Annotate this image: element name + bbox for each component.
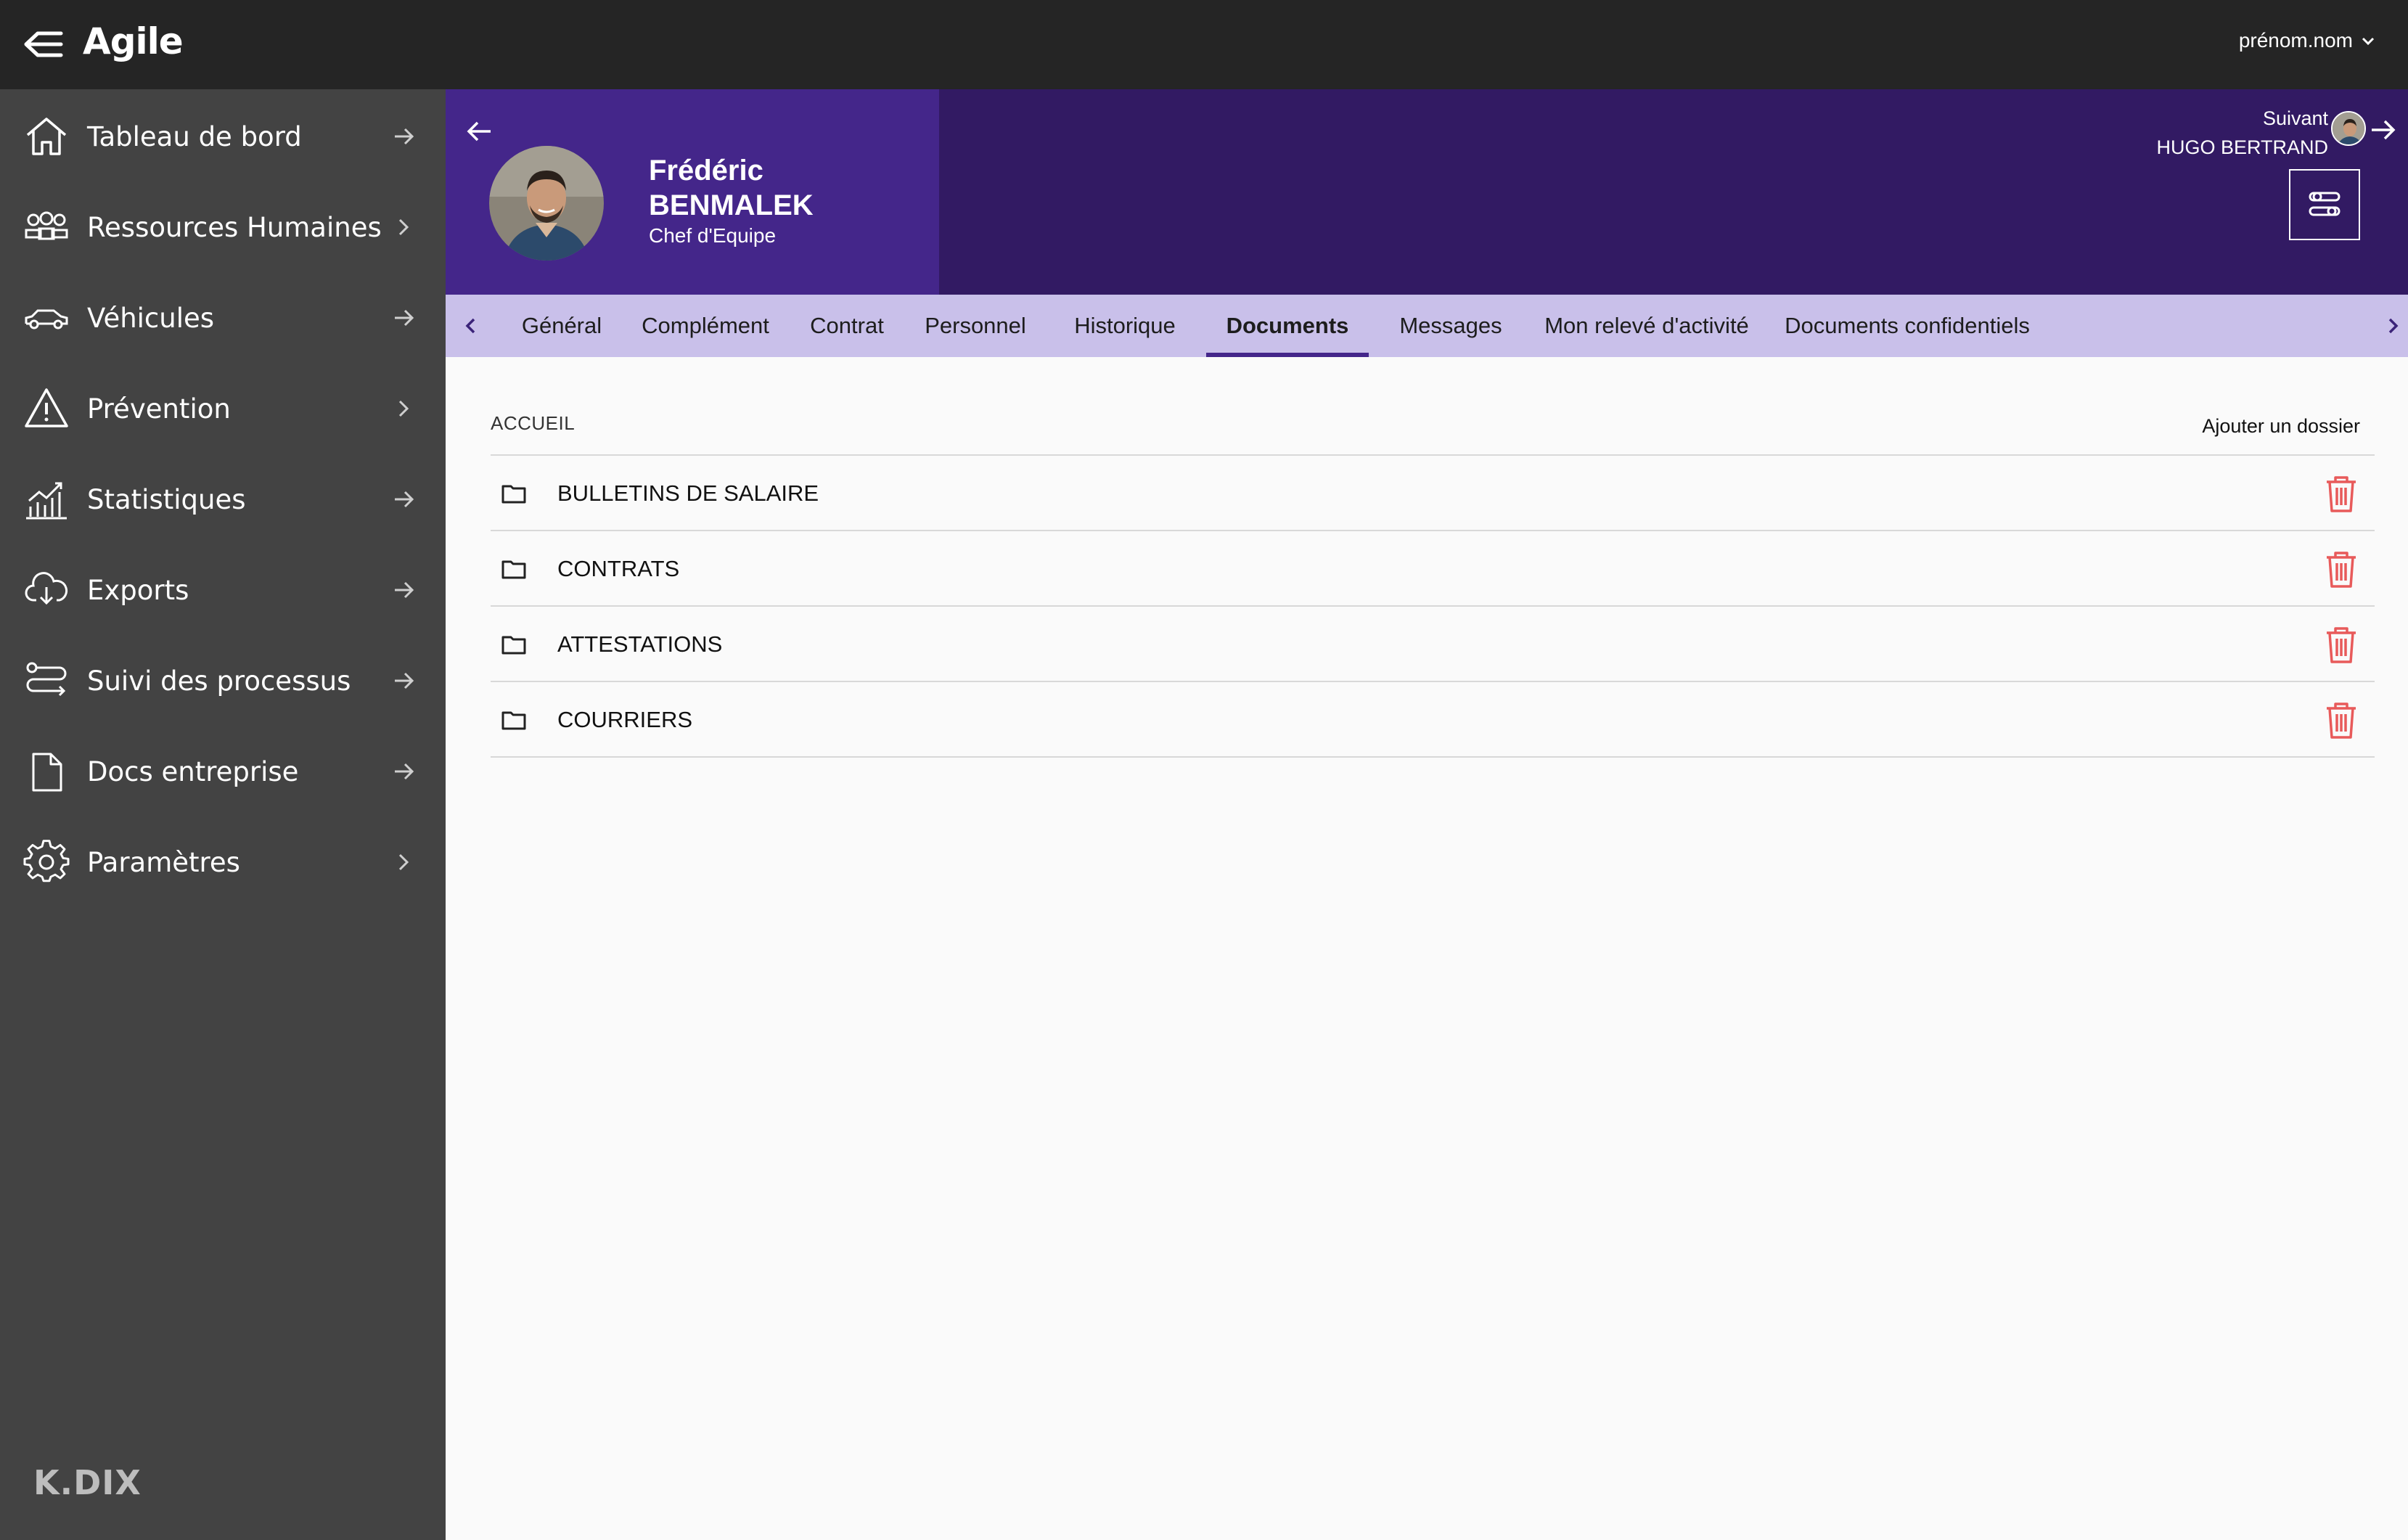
profile-tabs: Général Complément Contrat Personnel His…	[446, 295, 2408, 357]
list-item[interactable]: BULLETINS DE SALAIRE	[491, 456, 2375, 531]
sidebar-item-label: Tableau de bord	[87, 120, 302, 152]
sidebar-item-label: Statistiques	[87, 483, 246, 515]
arrow-right-icon	[395, 581, 414, 599]
sidebar-item-exports[interactable]: Exports	[0, 550, 446, 630]
people-icon	[25, 211, 68, 240]
folder-icon	[501, 560, 526, 579]
next-label: Suivant	[2262, 107, 2328, 129]
sidebar-item-label: Exports	[87, 574, 189, 606]
tab-personnel[interactable]: Personnel	[910, 295, 1041, 357]
profile-name: Frédéric BENMALEK	[649, 153, 814, 223]
chevron-down-icon	[2362, 37, 2375, 46]
filter-settings-button[interactable]	[2289, 169, 2360, 240]
warning-icon	[25, 388, 68, 427]
profile-header: Frédéric BENMALEK Chef d'Equipe Suivant …	[446, 89, 2408, 295]
documents-panel: ACCUEIL Ajouter un dossier BULLETINS DE …	[446, 357, 2408, 1540]
chevron-right-icon[interactable]	[2380, 314, 2405, 338]
add-folder-button[interactable]: Ajouter un dossier	[2202, 415, 2360, 438]
car-icon	[25, 309, 68, 329]
tab-messages[interactable]: Messages	[1386, 295, 1515, 357]
chevron-right-icon	[398, 853, 409, 871]
profile-last-name: BENMALEK	[649, 189, 814, 221]
process-icon	[26, 662, 67, 697]
breadcrumb[interactable]: ACCUEIL	[491, 412, 575, 435]
trash-icon[interactable]	[2321, 624, 2362, 665]
profile-first-name: Frédéric	[649, 155, 763, 187]
trash-icon[interactable]	[2321, 700, 2362, 740]
folder-name: COURRIERS	[557, 707, 693, 732]
tab-documents[interactable]: Documents	[1206, 295, 1369, 357]
trash-icon[interactable]	[2321, 549, 2362, 589]
tab-mon-releve-activite[interactable]: Mon relevé d'activité	[1534, 295, 1759, 357]
avatar	[489, 146, 604, 261]
app-title: Agile	[83, 20, 184, 62]
sidebar-item-statistiques[interactable]: Statistiques	[0, 459, 446, 539]
folder-icon	[501, 636, 526, 655]
sidebar-item-ressources-humaines[interactable]: Ressources Humaines	[0, 187, 446, 267]
folder-name: ATTESTATIONS	[557, 631, 723, 657]
next-arrow-icon[interactable]	[2369, 115, 2398, 144]
sidebar-item-parametres[interactable]: Paramètres	[0, 822, 446, 902]
list-item[interactable]: CONTRATS	[491, 531, 2375, 607]
arrow-right-icon	[395, 309, 414, 327]
user-menu-label: prénom.nom	[2238, 29, 2353, 52]
sidebar-item-label: Prévention	[87, 393, 231, 425]
sidebar-item-label: Paramètres	[87, 846, 240, 878]
arrow-right-icon	[395, 128, 414, 145]
trash-icon[interactable]	[2321, 473, 2362, 514]
tab-historique[interactable]: Historique	[1060, 295, 1190, 357]
next-employee-link[interactable]: Suivant HUGO BERTRAND	[2156, 104, 2328, 162]
chevron-left-icon[interactable]	[459, 314, 483, 338]
tab-general[interactable]: Général	[512, 295, 611, 357]
arrow-right-icon	[395, 491, 414, 508]
document-icon	[32, 753, 62, 792]
list-item[interactable]: ATTESTATIONS	[491, 607, 2375, 682]
list-item[interactable]: COURRIERS	[491, 682, 2375, 758]
arrow-right-icon	[395, 763, 414, 780]
arrow-right-icon	[395, 672, 414, 689]
menu-collapse-icon[interactable]	[23, 28, 64, 61]
folder-name: CONTRATS	[557, 556, 680, 581]
sliders-icon	[2309, 192, 2341, 216]
next-employee-name: HUGO BERTRAND	[2156, 136, 2328, 158]
chevron-right-icon	[398, 400, 409, 417]
next-employee-avatar[interactable]	[2331, 111, 2366, 146]
top-bar: Agile prénom.nom	[0, 0, 2408, 89]
tab-documents-confidentiels[interactable]: Documents confidentiels	[1777, 295, 2038, 357]
folder-icon	[501, 711, 526, 730]
home-icon	[26, 118, 67, 155]
sidebar-item-label: Ressources Humaines	[87, 211, 382, 243]
sidebar-item-label: Véhicules	[87, 302, 215, 334]
back-arrow-icon[interactable]	[463, 115, 495, 147]
sidebar-item-vehicules[interactable]: Véhicules	[0, 278, 446, 358]
chart-icon	[26, 482, 67, 520]
gear-icon	[23, 840, 70, 882]
folder-icon	[501, 485, 526, 504]
profile-card: Frédéric BENMALEK Chef d'Equipe	[446, 89, 939, 295]
tab-complement[interactable]: Complément	[628, 295, 782, 357]
cloud-download-icon	[25, 572, 68, 605]
sidebar-item-prevention[interactable]: Prévention	[0, 369, 446, 449]
company-logo: K.DIX	[33, 1463, 142, 1502]
user-menu[interactable]: prénom.nom	[2239, 29, 2376, 52]
folder-name: BULLETINS DE SALAIRE	[557, 480, 819, 506]
tab-contrat[interactable]: Contrat	[801, 295, 893, 357]
sidebar-item-tableau-de-bord[interactable]: Tableau de bord	[0, 97, 446, 176]
chevron-right-icon	[398, 218, 409, 236]
sidebar-item-label: Docs entreprise	[87, 755, 299, 787]
profile-role: Chef d'Equipe	[649, 224, 777, 247]
sidebar-item-label: Suivi des processus	[87, 665, 351, 697]
sidebar-item-docs-entreprise[interactable]: Docs entreprise	[0, 732, 446, 811]
sidebar-item-suivi-des-processus[interactable]: Suivi des processus	[0, 641, 446, 721]
sidebar: Tableau de bord Ressources Humaines Véhi…	[0, 89, 446, 1540]
